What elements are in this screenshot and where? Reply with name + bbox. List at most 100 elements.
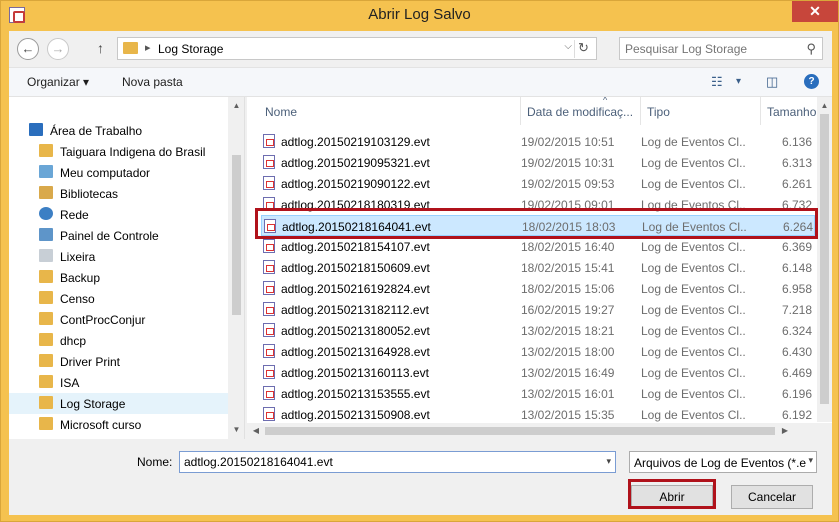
help-icon[interactable]: ? (804, 74, 819, 89)
file-size: 6.196 (782, 387, 813, 401)
file-type: Log de Eventos Cl... (641, 366, 746, 380)
sidebar-item-label: Lixeira (60, 250, 96, 264)
sidebar-item[interactable]: Censo (9, 288, 229, 309)
folder-icon (39, 396, 53, 409)
sidebar-item[interactable]: Driver Print (9, 351, 229, 372)
file-row[interactable]: adtlog.20150213150908.evt 13/02/2015 15:3… (261, 404, 815, 425)
file-list-scrollbar[interactable]: ▲ (817, 97, 832, 422)
sidebar-item-label: dhcp (60, 334, 87, 348)
file-row[interactable]: adtlog.20150219095321.evt 19/02/2015 10:3… (261, 152, 815, 173)
column-type[interactable]: Tipo (647, 105, 670, 119)
chevron-down-icon[interactable]: ▾ (806, 455, 813, 466)
file-row[interactable]: adtlog.20150213180052.evt 13/02/2015 18:2… (261, 320, 815, 341)
file-row[interactable]: adtlog.20150213160113.evt 13/02/2015 16:4… (261, 362, 815, 383)
selected-file-highlight (255, 208, 818, 239)
sidebar-item[interactable]: Painel de Controle (9, 225, 229, 246)
event-log-file-icon (263, 281, 275, 295)
column-divider[interactable] (640, 97, 641, 125)
sidebar-item[interactable]: Backup (9, 267, 229, 288)
file-row[interactable]: adtlog.20150218154107.evt 18/02/2015 16:4… (261, 236, 815, 257)
event-log-file-icon (263, 260, 275, 274)
folder-icon (123, 42, 138, 54)
file-row[interactable]: adtlog.20150219103129.evt 19/02/2015 10:5… (261, 131, 815, 152)
sidebar-item[interactable]: ContProcConjur (9, 309, 229, 330)
file-name-label: Nome: (137, 455, 173, 469)
search-box[interactable]: ⚲ (619, 37, 823, 60)
view-options-icon[interactable]: ☷ (711, 74, 723, 90)
file-row[interactable]: adtlog.20150213182112.evt 16/02/2015 19:2… (261, 299, 815, 320)
horizontal-scrollbar[interactable]: ◀ ▶ (247, 423, 832, 439)
cp-icon (39, 228, 53, 241)
close-button[interactable]: ✕ (792, 1, 838, 22)
column-name[interactable]: Nome (265, 105, 297, 119)
file-row[interactable]: adtlog.20150219090122.evt 19/02/2015 09:5… (261, 173, 815, 194)
scrollbar-thumb[interactable] (232, 155, 241, 315)
up-button[interactable]: ↑ (97, 40, 104, 56)
file-list: Nome Data de modificaç... ^ Tipo Tamanho… (247, 97, 832, 439)
file-type: Log de Eventos Cl... (641, 408, 746, 422)
file-size: 6.136 (782, 135, 813, 149)
column-divider[interactable] (520, 97, 521, 125)
search-input[interactable] (625, 42, 795, 56)
breadcrumb-log-storage[interactable]: Log Storage (158, 42, 223, 56)
file-row[interactable]: adtlog.20150213153555.evt 13/02/2015 16:0… (261, 383, 815, 404)
file-type-select[interactable]: Arquivos de Log de Eventos (*.e ▾ (629, 451, 817, 473)
forward-button[interactable]: → (47, 38, 69, 60)
sidebar-item[interactable]: Taiguara Indigena do Brasil (9, 141, 229, 162)
file-size: 6.430 (782, 345, 813, 359)
scrollbar-thumb[interactable] (265, 427, 775, 435)
sidebar-item[interactable]: ISA (9, 372, 229, 393)
file-name: adtlog.20150219090122.evt (281, 177, 430, 191)
back-button[interactable]: ← (17, 38, 39, 60)
file-date: 16/02/2015 19:27 (521, 303, 615, 317)
search-icon[interactable]: ⚲ (806, 41, 816, 57)
sidebar-item[interactable]: Rede (9, 204, 229, 225)
file-name-combobox[interactable]: ▾ (179, 451, 616, 473)
new-folder-button[interactable]: Nova pasta (122, 75, 183, 89)
organize-button[interactable]: Organizar ▾ (27, 75, 89, 89)
event-log-file-icon (263, 134, 275, 148)
event-log-file-icon (263, 155, 275, 169)
address-bar[interactable]: ▸ Log Storage ⌵ ↻ (117, 37, 597, 60)
title-bar: Abrir Log Salvo ✕ (1, 1, 838, 30)
scroll-down-icon[interactable]: ▼ (228, 425, 244, 434)
refresh-icon[interactable]: ↻ (574, 40, 592, 58)
sidebar-item[interactable]: Meu computador (9, 162, 229, 183)
scroll-left-icon[interactable]: ◀ (251, 426, 261, 435)
cancel-button[interactable]: Cancelar (731, 485, 813, 509)
address-dropdown-icon[interactable]: ⌵ (564, 41, 572, 52)
sidebar-item[interactable]: Log Storage (9, 393, 229, 414)
file-row[interactable]: adtlog.20150213164928.evt 13/02/2015 18:0… (261, 341, 815, 362)
view-dropdown-icon[interactable]: ▾ (736, 76, 741, 87)
sidebar-item[interactable]: dhcp (9, 330, 229, 351)
sidebar-item[interactable]: Bibliotecas (9, 183, 229, 204)
scrollbar-thumb[interactable] (820, 114, 829, 404)
sidebar-item-label: Rede (60, 208, 89, 222)
sidebar-item[interactable]: Área de Trabalho (9, 120, 229, 141)
file-row[interactable]: adtlog.20150218150609.evt 18/02/2015 15:4… (261, 257, 815, 278)
preview-pane-icon[interactable]: ◫ (766, 74, 778, 90)
scroll-up-icon[interactable]: ▲ (817, 101, 832, 110)
sort-indicator-icon: ^ (603, 97, 608, 105)
file-size: 6.324 (782, 324, 813, 338)
file-size: 6.192 (782, 408, 813, 422)
column-divider[interactable] (760, 97, 761, 125)
command-bar: Organizar ▾ Nova pasta ☷ ▾ ◫ ? (9, 67, 832, 97)
scroll-up-icon[interactable]: ▲ (228, 101, 244, 110)
file-date: 13/02/2015 18:00 (521, 345, 615, 359)
file-type: Log de Eventos Cl... (641, 345, 746, 359)
file-type: Log de Eventos Cl... (641, 135, 746, 149)
file-type: Log de Eventos Cl... (641, 177, 746, 191)
file-row[interactable]: adtlog.20150216192824.evt 18/02/2015 15:0… (261, 278, 815, 299)
column-date[interactable]: Data de modificaç... (527, 105, 633, 119)
sidebar-item[interactable]: Lixeira (9, 246, 229, 267)
chevron-down-icon[interactable]: ▾ (606, 456, 611, 467)
sidebar-item[interactable]: Microsoft curso (9, 414, 229, 435)
sidebar-item-label: Taiguara Indigena do Brasil (60, 145, 206, 159)
scroll-right-icon[interactable]: ▶ (780, 426, 790, 435)
nav-pane-scrollbar[interactable]: ▲ ▼ (228, 97, 244, 439)
file-name-input[interactable] (184, 455, 584, 469)
sidebar-item-label: Censo (60, 292, 95, 306)
net-icon (39, 207, 53, 220)
column-size[interactable]: Tamanho (767, 105, 816, 119)
